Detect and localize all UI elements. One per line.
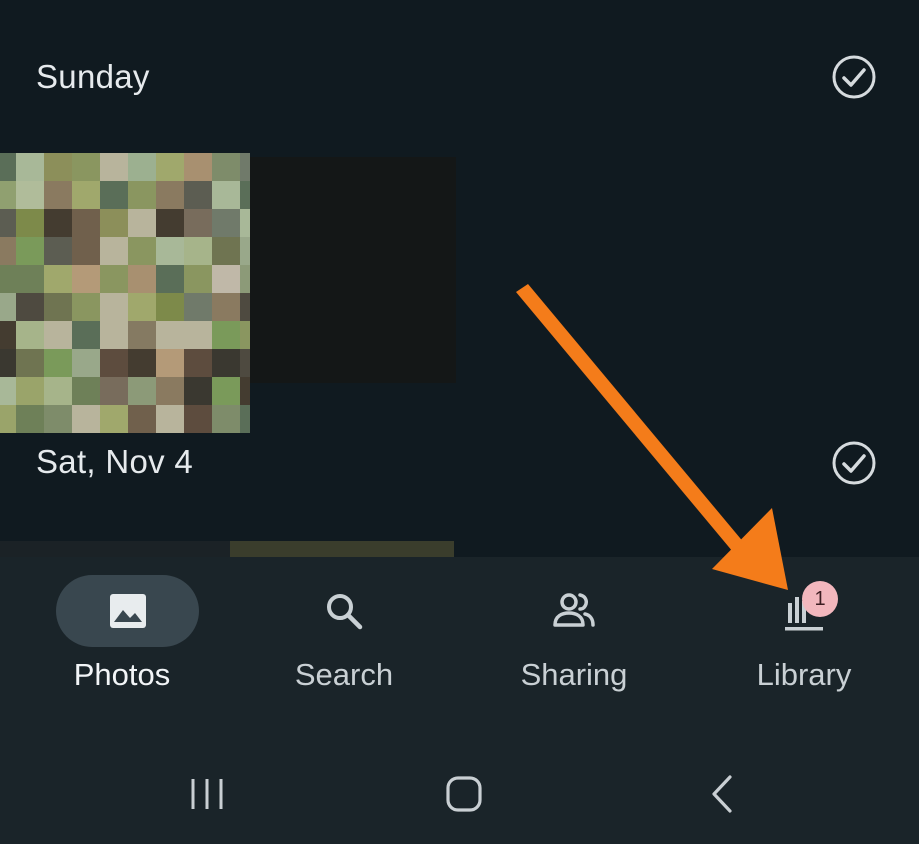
nav-label-search: Search	[294, 657, 394, 692]
google-photos-screen: Sunday Sat, Nov 4 Photos Search Sharing …	[0, 0, 919, 844]
pixelated-image	[0, 153, 250, 433]
photo-timeline[interactable]: Sunday Sat, Nov 4	[0, 0, 919, 557]
bottom-navigation-bar: Photos Search Sharing 1 Library	[0, 557, 919, 717]
section-date-sunday: Sunday	[36, 58, 150, 95]
nav-label-library: Library	[756, 657, 852, 692]
photo-thumbnail[interactable]	[0, 541, 230, 557]
people-icon	[553, 593, 595, 627]
home-icon[interactable]	[440, 769, 490, 819]
notification-badge: 1	[802, 581, 838, 617]
nav-item-search[interactable]: Search	[244, 575, 444, 705]
photo-thumbnail[interactable]	[230, 541, 454, 557]
photo-icon	[110, 594, 146, 628]
select-section-check-icon[interactable]	[830, 439, 878, 487]
nav-item-photos[interactable]: Photos	[14, 575, 214, 705]
photo-thumbnail[interactable]	[0, 153, 250, 435]
nav-label-sharing: Sharing	[520, 657, 628, 692]
select-section-check-icon[interactable]	[830, 53, 878, 101]
nav-label-photos: Photos	[73, 657, 171, 692]
system-navigation-bar	[0, 717, 919, 844]
section-date-sat-nov-4: Sat, Nov 4	[36, 443, 194, 480]
photo-thumbnail-dark[interactable]	[250, 157, 456, 383]
search-icon	[327, 594, 363, 630]
recents-icon[interactable]	[182, 769, 232, 819]
nav-item-library[interactable]: 1 Library	[704, 575, 904, 705]
nav-item-sharing[interactable]: Sharing	[474, 575, 674, 705]
back-icon[interactable]	[698, 769, 748, 819]
